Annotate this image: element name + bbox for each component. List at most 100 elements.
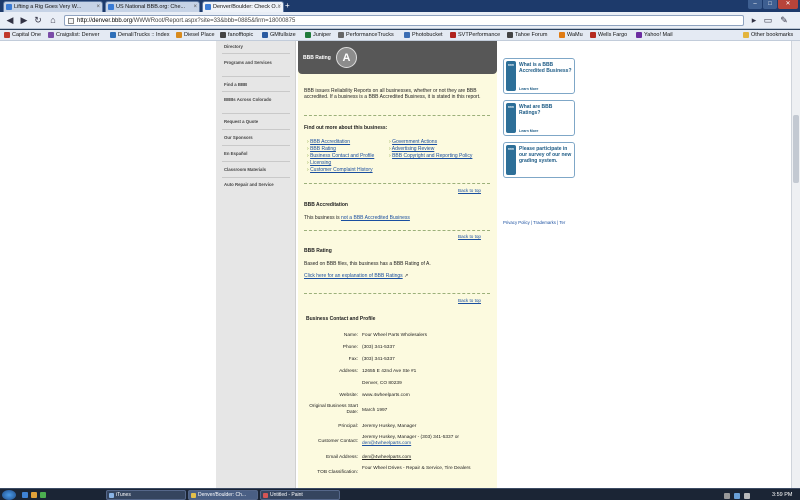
back-to-top-link[interactable]: Back to top: [458, 298, 481, 303]
bookmark-item[interactable]: fanofftopic: [220, 31, 253, 40]
leftnav-item-espanol[interactable]: En Español: [224, 151, 294, 157]
go-arrow-icon[interactable]: ▸: [748, 15, 760, 26]
tab-close-icon[interactable]: ×: [193, 2, 197, 12]
navigation-bar: ◀ ▶ ↻ ⌂ http://denver.bbb.org/WWWRoot/Re…: [0, 12, 800, 29]
forward-button[interactable]: ▶: [18, 15, 30, 26]
leftnav-divider: [222, 76, 290, 77]
vertical-scrollbar[interactable]: [791, 41, 800, 488]
bookmark-item[interactable]: SVTPerformance: [450, 31, 500, 40]
accreditation-text: This business is not a BBB Accredited Bu…: [304, 215, 410, 221]
link-government-actions[interactable]: › Government Actions: [389, 139, 437, 145]
profile-address-label: Address:: [339, 369, 358, 374]
link-copyright-policy[interactable]: › BBB Copyright and Reporting Policy: [389, 153, 472, 159]
leftnav-item-directory[interactable]: Directory: [224, 44, 294, 50]
left-navigation: Directory Programs and Services Find a B…: [216, 41, 296, 488]
footer-links[interactable]: Privacy Policy | Trademarks | Ter: [503, 220, 565, 225]
leftnav-divider: [222, 161, 290, 162]
promo-learn-more[interactable]: Learn More: [519, 87, 538, 91]
leftnav-item-across-colorado[interactable]: BBBs Across Colorado: [224, 97, 294, 103]
back-to-top-link[interactable]: Back to top: [458, 234, 481, 239]
accreditation-link[interactable]: not a BBB Accredited Business: [341, 215, 410, 221]
back-button[interactable]: ◀: [4, 15, 16, 26]
link-licensing[interactable]: › Licensing: [307, 160, 331, 166]
promo-survey[interactable]: BBB Please participate in our survey of …: [503, 142, 575, 178]
itunes-icon: [109, 493, 114, 498]
task-browser[interactable]: Denver/Boulder: Ch...: [188, 490, 258, 500]
bookmark-item[interactable]: Yahoo! Mail: [636, 31, 673, 40]
bbb-logo-icon: BBB: [506, 103, 516, 133]
bookmark-item[interactable]: Tahoe Forum: [507, 31, 547, 40]
promo-title: What is a BBB Accredited Business?: [519, 62, 572, 74]
start-button[interactable]: [2, 490, 16, 500]
rating-text: Based on BBB files, this business has a …: [304, 261, 431, 267]
report-content: BBB Rating A BBB issues Reliability Repo…: [298, 41, 497, 488]
bookmark-item[interactable]: Photobucket: [404, 31, 443, 40]
page-viewport: Directory Programs and Services Find a B…: [0, 41, 791, 488]
leftnav-divider: [222, 113, 290, 114]
task-paint[interactable]: Untitled - Paint: [260, 490, 340, 500]
scrollbar-thumb[interactable]: [793, 115, 799, 183]
link-advertising-review[interactable]: › Advertising Review: [389, 146, 434, 152]
bbb-logo-icon: BBB: [506, 61, 516, 91]
profile-phone: (303) 341-5337: [362, 345, 395, 350]
taskbar: iTunes Denver/Boulder: Ch... Untitled - …: [0, 488, 800, 500]
page-menu-icon[interactable]: ▭: [762, 15, 774, 26]
browser-tab-2[interactable]: US National BBB.org: Che... ×: [105, 1, 200, 12]
bookmark-item[interactable]: DenaliTrucks :: Index: [110, 31, 169, 40]
bookmark-item[interactable]: Capital One: [4, 31, 41, 40]
bookmark-item[interactable]: Craigslist: Denver: [48, 31, 99, 40]
maximize-button[interactable]: □: [763, 0, 777, 9]
link-contact-profile[interactable]: › Business Contact and Profile: [307, 153, 374, 159]
home-icon[interactable]: ⌂: [47, 15, 59, 26]
leftnav-item-programs[interactable]: Programs and Services: [224, 60, 294, 66]
profile-tob-label: TOB Classification:: [317, 470, 358, 475]
bookmark-item[interactable]: Diesel Place: [176, 31, 215, 40]
leftnav-item-auto-repair[interactable]: Auto Repair and Service: [224, 182, 294, 188]
explorer-icon[interactable]: [31, 492, 37, 498]
reload-button[interactable]: ↻: [32, 15, 44, 26]
new-tab-button[interactable]: +: [285, 2, 295, 10]
bookmark-item[interactable]: WaMu: [559, 31, 583, 40]
profile-principal-label: Principal:: [338, 424, 358, 429]
bookmark-item[interactable]: PerformanceTrucks: [338, 31, 394, 40]
profile-start-label: Original Business Start Date:: [309, 404, 358, 415]
rating-explanation-link[interactable]: Click here for an explanation of BBB Rat…: [304, 273, 408, 279]
browser-tab-1[interactable]: Lifting a Rig Goes Very W... ×: [3, 1, 103, 12]
back-to-top-link[interactable]: Back to top: [458, 188, 481, 193]
browser-tab-3[interactable]: Denver/Boulder: Check O... ×: [202, 1, 284, 12]
tab-close-icon[interactable]: ×: [96, 2, 100, 12]
promo-bbb-ratings[interactable]: BBB What are BBB Ratings? Learn More: [503, 100, 575, 136]
page-icon: [68, 18, 74, 24]
bookmark-item[interactable]: GMfullsize: [262, 31, 296, 40]
promo-learn-more[interactable]: Learn More: [519, 129, 538, 133]
leftnav-item-request-quote[interactable]: Request a Quote: [224, 119, 294, 125]
bookmark-item[interactable]: Juniper: [305, 31, 331, 40]
wrench-icon[interactable]: ✎: [778, 15, 790, 26]
profile-website: www.4wheelparts.com: [362, 393, 410, 398]
promo-accredited-business[interactable]: BBB What is a BBB Accredited Business? L…: [503, 58, 575, 94]
tray-icon[interactable]: [724, 493, 730, 499]
task-itunes[interactable]: iTunes: [106, 490, 186, 500]
leftnav-item-find-bbb[interactable]: Find a BBB: [224, 82, 294, 88]
link-accreditation[interactable]: › BBB Accreditation: [307, 139, 350, 145]
profile-contact-email-link[interactable]: den@4wheelparts.com: [362, 441, 411, 446]
bookmark-item[interactable]: Wells Fargo: [590, 31, 627, 40]
profile-principal: Jeremy Huskey, Manager: [362, 424, 417, 429]
address-bar[interactable]: http://denver.bbb.org/WWWRoot/Report.asp…: [64, 15, 744, 26]
link-complaint-history[interactable]: › Customer Complaint History: [307, 167, 373, 173]
minimize-button[interactable]: –: [748, 0, 762, 9]
link-rating[interactable]: › BBB Rating: [307, 146, 336, 152]
tab-strip: Lifting a Rig Goes Very W... × US Nation…: [0, 0, 800, 12]
leftnav-item-classroom[interactable]: Classroom Materials: [224, 167, 294, 173]
bookmarks-bar: Capital One Craigslist: Denver DenaliTru…: [0, 30, 800, 41]
profile-email-link[interactable]: den@4wheelparts.com: [362, 455, 411, 461]
leftnav-item-sponsors[interactable]: Our Sponsors: [224, 135, 294, 141]
network-icon[interactable]: [734, 493, 740, 499]
volume-icon[interactable]: [744, 493, 750, 499]
tab-close-icon[interactable]: ×: [277, 2, 281, 12]
other-bookmarks[interactable]: Other bookmarks: [743, 31, 793, 40]
show-desktop-icon[interactable]: [22, 492, 28, 498]
close-window-button[interactable]: ✕: [778, 0, 798, 9]
media-icon[interactable]: [40, 492, 46, 498]
clock[interactable]: 3:59 PM: [772, 490, 792, 500]
